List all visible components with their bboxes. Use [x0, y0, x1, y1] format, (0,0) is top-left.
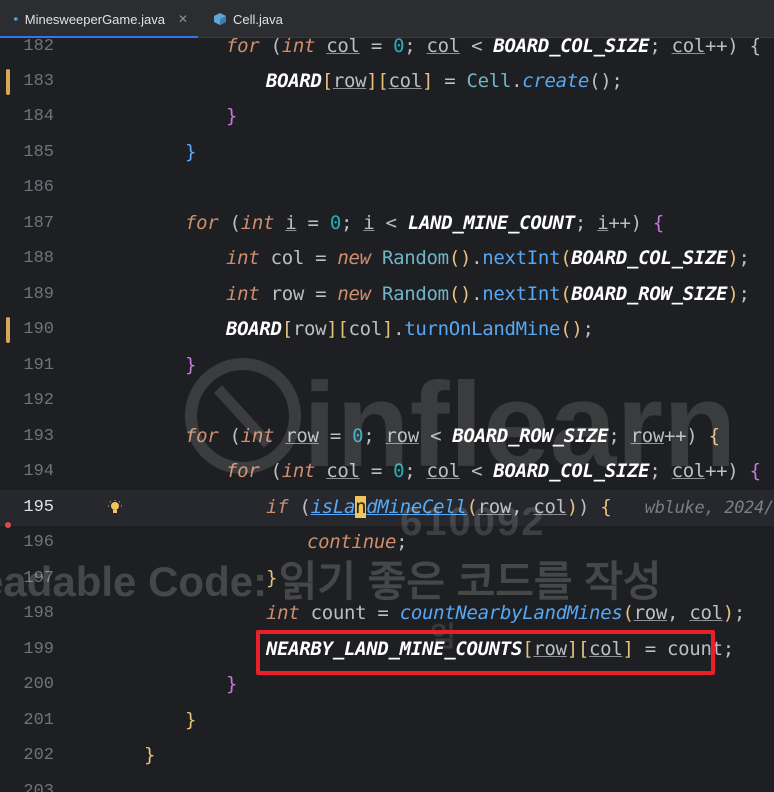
code-text: BOARD[row][col] = Cell.create(); — [266, 70, 623, 92]
watermark-course-title: eadable Code: 읽기 좋은 코드를 작성 — [0, 558, 662, 605]
java-class-icon — [214, 13, 226, 25]
git-blame-inlay: wbluke, 2024/05/ — [644, 498, 774, 518]
code-line: 187 for (int i = 0; i < LAND_MINE_COUNT;… — [0, 206, 774, 242]
code-text: } — [185, 141, 197, 163]
text-cursor: n — [355, 496, 367, 518]
tab-cell[interactable]: Cell.java — [200, 0, 310, 38]
line-number: 201 — [23, 711, 54, 730]
code-line: 185 } — [0, 135, 774, 171]
code-line: 202 } — [0, 738, 774, 774]
code-text: for (int i = 0; i < LAND_MINE_COUNT; i++… — [185, 212, 665, 234]
tab-label: MinesweeperGame.java — [24, 11, 165, 27]
line-number: 195 — [23, 498, 54, 517]
line-number: 186 — [23, 178, 54, 197]
code-text: } — [185, 354, 197, 376]
line-number: 185 — [23, 143, 54, 162]
code-editor[interactable]: 182 for (int col = 0; col < BOARD_COL_SI… — [0, 38, 774, 792]
code-line: 190 BOARD[row][col].turnOnLandMine(); — [0, 312, 774, 348]
code-line: 183 BOARD[row][col] = Cell.create(); — [0, 64, 774, 100]
code-text: for (int row = 0; row < BOARD_ROW_SIZE; … — [185, 425, 720, 447]
line-number: 192 — [23, 391, 54, 410]
line-number: 194 — [23, 462, 54, 481]
editor-tab-bar: MinesweeperGame.java ✕ Cell.java — [0, 0, 774, 39]
code-line: 189 int row = new Random().nextInt(BOARD… — [0, 277, 774, 313]
code-line: 203 — [0, 774, 774, 792]
line-number: 191 — [23, 356, 54, 375]
watermark-user-code: 610092 — [400, 500, 546, 544]
tab-label: Cell.java — [233, 11, 283, 27]
code-text: for (int col = 0; col < BOARD_COL_SIZE; … — [226, 460, 761, 482]
line-number: 182 — [23, 38, 54, 56]
line-number: 190 — [23, 320, 54, 339]
code-text: BOARD[row][col].turnOnLandMine(); — [226, 318, 594, 340]
code-line: 192 — [0, 383, 774, 419]
code-line-current: 195 if (isLandMineCell(row, col)) { wblu… — [0, 490, 774, 526]
lightbulb-icon[interactable] — [107, 500, 123, 516]
code-line: 186 — [0, 170, 774, 206]
line-number: 193 — [23, 427, 54, 446]
line-number: 200 — [23, 675, 54, 694]
line-number: 184 — [23, 107, 54, 126]
code-text: } — [226, 105, 238, 127]
close-icon[interactable]: ✕ — [178, 12, 188, 26]
code-line: 191 } — [0, 348, 774, 384]
annotation-highlight-box — [256, 630, 715, 675]
code-line: 201 } — [0, 703, 774, 739]
code-line: 184 } — [0, 99, 774, 135]
line-number: 183 — [23, 72, 54, 91]
line-number: 187 — [23, 214, 54, 233]
code-text: for (int col = 0; col < BOARD_COL_SIZE; … — [226, 38, 761, 57]
code-text: int col = new Random().nextInt(BOARD_COL… — [226, 247, 750, 269]
line-number: 199 — [23, 640, 54, 659]
code-line: 182 for (int col = 0; col < BOARD_COL_SI… — [0, 38, 774, 65]
code-text: } — [226, 673, 238, 695]
line-number: 188 — [23, 249, 54, 268]
code-line: 194 for (int col = 0; col < BOARD_COL_SI… — [0, 454, 774, 490]
java-class-icon — [14, 17, 18, 21]
tab-minesweeper-game[interactable]: MinesweeperGame.java ✕ — [0, 0, 198, 39]
code-text: } — [185, 709, 197, 731]
code-text: } — [144, 744, 156, 766]
line-number: 203 — [23, 782, 54, 792]
code-text: int row = new Random().nextInt(BOARD_ROW… — [226, 283, 750, 305]
line-number: 189 — [23, 285, 54, 304]
code-line: 193 for (int row = 0; row < BOARD_ROW_SI… — [0, 419, 774, 455]
line-number: 202 — [23, 746, 54, 765]
code-line: 188 int col = new Random().nextInt(BOARD… — [0, 241, 774, 277]
